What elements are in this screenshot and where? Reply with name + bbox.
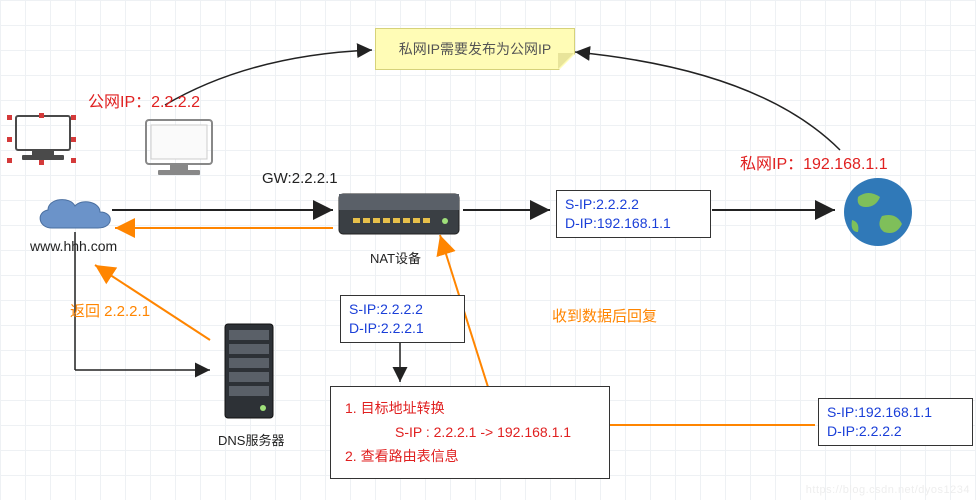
private-ip-label: 私网IP：192.168.1.1 [740,150,888,174]
reply-label: 收到数据后回复 [552,305,657,326]
client-pc-2 [140,116,220,187]
server-icon [215,318,285,428]
step-2: 2. 查看路由表信息 [345,445,595,469]
globe-node [838,172,918,255]
nat-router [335,188,465,247]
step-1: 1. 目标地址转换 [345,397,595,421]
ip-box-outgoing: S-IP:2.2.2.2 D-IP:192.168.1.1 [556,190,711,238]
sticky-note: 私网IP需要发布为公网IP [375,28,575,70]
cloud-icon [30,190,120,240]
pc-icon [140,116,220,184]
nat-device-label: NAT设备 [370,248,421,267]
sip-line: S-IP:2.2.2.2 [565,195,702,214]
nat-steps-box: 1. 目标地址转换 S-IP : 2.2.2.1 -> 192.168.1.1 … [330,386,610,479]
cloud-node [30,190,120,243]
dip-line: D-IP:2.2.2.2 [827,422,964,441]
domain-label: www.hhh.com [30,238,117,254]
dns-server [215,318,285,431]
ip-box-to-gateway: S-IP:2.2.2.2 D-IP:2.2.2.1 [340,295,465,343]
dns-return-label: 返回 2.2.2.1 [70,300,150,321]
ip-box-reply: S-IP:192.168.1.1 D-IP:2.2.2.2 [818,398,973,446]
public-ip-label: 公网IP：2.2.2.2 [88,88,200,112]
sip-line: S-IP:2.2.2.2 [349,300,456,319]
dip-line: D-IP:2.2.2.1 [349,319,456,338]
step-1-detail: S-IP : 2.2.2.1 -> 192.168.1.1 [345,421,595,445]
globe-icon [838,172,918,252]
gateway-label: GW:2.2.2.1 [262,170,338,187]
dip-line: D-IP:192.168.1.1 [565,214,702,233]
sip-line: S-IP:192.168.1.1 [827,403,964,422]
router-icon [335,188,465,244]
client-pc-1 [8,110,78,173]
watermark: https://blog.csdn.net/dyos1234 [806,484,970,496]
sticky-note-text: 私网IP需要发布为公网IP [399,41,551,57]
dns-server-label: DNS服务器 [218,430,284,449]
